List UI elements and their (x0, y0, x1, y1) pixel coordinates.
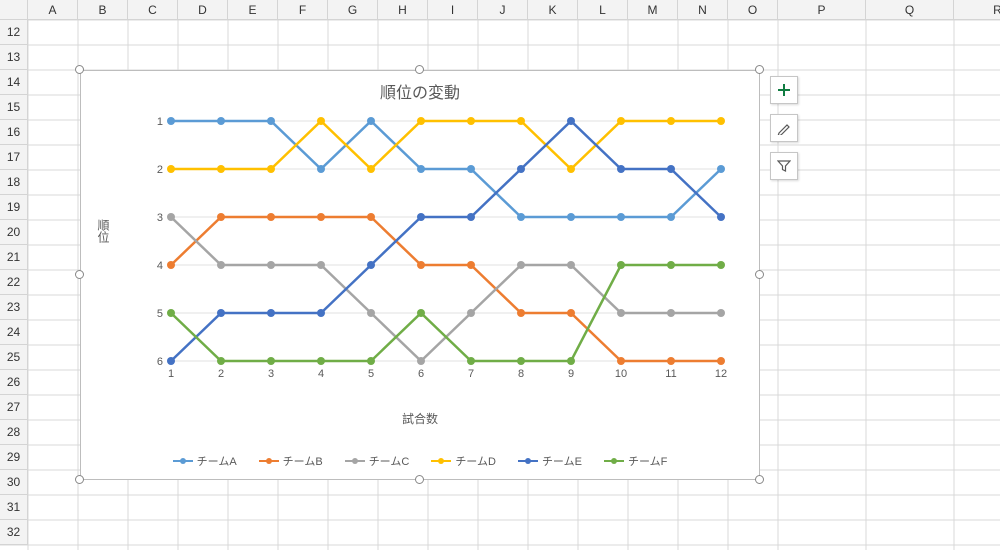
row-header[interactable]: 31 (0, 495, 28, 520)
svg-text:1: 1 (157, 116, 163, 128)
svg-text:5: 5 (368, 368, 374, 380)
row-header[interactable]: 19 (0, 195, 28, 220)
row-header[interactable]: 13 (0, 45, 28, 70)
selection-handle[interactable] (755, 475, 764, 484)
selection-handle[interactable] (755, 65, 764, 74)
selection-handle[interactable] (75, 65, 84, 74)
svg-text:12: 12 (715, 368, 727, 380)
row-header[interactable]: 28 (0, 420, 28, 445)
row-header[interactable]: 15 (0, 95, 28, 120)
column-header[interactable]: M (628, 0, 678, 20)
row-header[interactable]: 29 (0, 445, 28, 470)
row-header[interactable]: 30 (0, 470, 28, 495)
legend-item: チームB (259, 453, 323, 469)
column-header[interactable]: K (528, 0, 578, 20)
column-header[interactable]: D (178, 0, 228, 20)
column-header[interactable]: H (378, 0, 428, 20)
y-axis-label: 順位 (95, 219, 112, 243)
svg-text:3: 3 (268, 368, 274, 380)
row-header[interactable]: 20 (0, 220, 28, 245)
row-header[interactable]: 26 (0, 370, 28, 395)
row-header[interactable]: 27 (0, 395, 28, 420)
select-all-corner[interactable] (0, 0, 28, 20)
chart-legend: チームA チームB チームC チームD チームE チームF (81, 453, 759, 469)
column-header[interactable]: J (478, 0, 528, 20)
svg-text:1: 1 (168, 368, 174, 380)
chart-filter-button[interactable] (770, 152, 798, 180)
row-header[interactable]: 21 (0, 245, 28, 270)
column-header[interactable]: A (28, 0, 78, 20)
column-header[interactable]: N (678, 0, 728, 20)
chart-elements-button[interactable] (770, 76, 798, 104)
row-header[interactable]: 32 (0, 520, 28, 545)
column-header[interactable]: C (128, 0, 178, 20)
selection-handle[interactable] (415, 475, 424, 484)
column-header[interactable]: G (328, 0, 378, 20)
funnel-icon (777, 159, 791, 173)
selection-handle[interactable] (75, 270, 84, 279)
legend-item: チームE (518, 453, 582, 469)
column-header[interactable]: L (578, 0, 628, 20)
svg-text:2: 2 (218, 368, 224, 380)
x-axis-label: 試合数 (81, 410, 759, 427)
selection-handle[interactable] (75, 475, 84, 484)
column-header[interactable]: O (728, 0, 778, 20)
svg-text:7: 7 (468, 368, 474, 380)
column-header[interactable]: P (778, 0, 866, 20)
row-header[interactable]: 25 (0, 345, 28, 370)
legend-item: チームA (173, 453, 237, 469)
row-header[interactable]: 18 (0, 170, 28, 195)
selection-handle[interactable] (755, 270, 764, 279)
column-header[interactable]: R (954, 0, 1000, 20)
chart-title: 順位の変動 (81, 71, 759, 107)
row-header[interactable]: 23 (0, 295, 28, 320)
svg-text:4: 4 (318, 368, 324, 380)
row-header[interactable]: 14 (0, 70, 28, 95)
chart-styles-button[interactable] (770, 114, 798, 142)
chart-plot-area: 123456123456789101112 (141, 111, 731, 391)
column-header[interactable]: E (228, 0, 278, 20)
svg-text:10: 10 (615, 368, 627, 380)
svg-text:4: 4 (157, 260, 163, 272)
row-header[interactable]: 16 (0, 120, 28, 145)
svg-text:5: 5 (157, 308, 163, 320)
svg-text:11: 11 (665, 368, 676, 380)
legend-item: チームC (345, 453, 410, 469)
chart-side-buttons (770, 76, 798, 180)
plus-icon (777, 83, 791, 97)
svg-text:3: 3 (157, 212, 163, 224)
brush-icon (777, 121, 791, 135)
column-header[interactable]: F (278, 0, 328, 20)
column-header[interactable]: Q (866, 0, 954, 20)
column-header[interactable]: B (78, 0, 128, 20)
legend-item: チームF (604, 453, 667, 469)
svg-text:9: 9 (568, 368, 574, 380)
legend-item: チームD (431, 453, 496, 469)
row-header[interactable]: 24 (0, 320, 28, 345)
row-header[interactable]: 22 (0, 270, 28, 295)
selection-handle[interactable] (415, 65, 424, 74)
column-header[interactable]: I (428, 0, 478, 20)
row-header[interactable]: 12 (0, 20, 28, 45)
svg-text:6: 6 (418, 368, 424, 380)
chart-object[interactable]: 順位の変動 順位 123456123456789101112 試合数 チームAチ… (80, 70, 760, 480)
row-header[interactable]: 17 (0, 145, 28, 170)
svg-text:2: 2 (157, 164, 163, 176)
svg-text:6: 6 (157, 356, 163, 368)
svg-text:8: 8 (518, 368, 524, 380)
